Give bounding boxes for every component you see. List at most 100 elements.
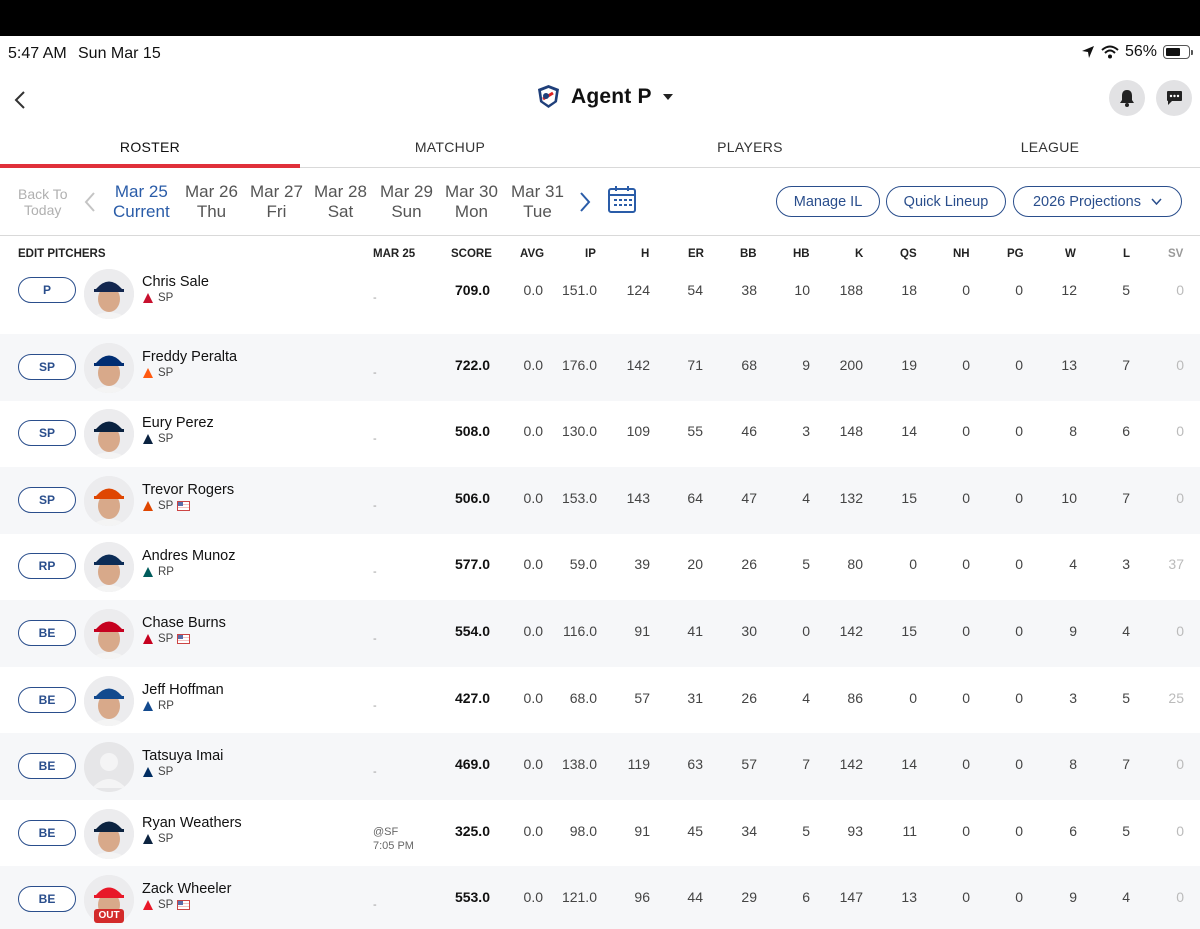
tab-matchup[interactable]: MATCHUP: [300, 128, 600, 167]
player-headshot[interactable]: [84, 609, 134, 659]
stat-k: 142: [839, 623, 863, 639]
col-edit-pitchers[interactable]: EDIT PITCHERS: [18, 248, 106, 260]
flag-icon: [177, 900, 191, 910]
stat-er: 41: [687, 623, 703, 639]
day-mar-28[interactable]: Mar 28 Sat: [314, 182, 367, 222]
stat-avg: 0.0: [523, 282, 543, 298]
stat-qs: 11: [902, 823, 917, 839]
player-headshot[interactable]: [84, 343, 134, 393]
prev-day-arrow-icon[interactable]: [82, 190, 98, 214]
lineup-slot-button[interactable]: SP: [18, 420, 76, 446]
team-selector[interactable]: Agent P: [536, 84, 674, 109]
stat-avg: 0.0: [523, 556, 543, 572]
table-row: BE Chase Burns SP - 554.0 0.0 116.0 91 41 30 0 14…: [0, 600, 1200, 667]
stat-w: 12: [1061, 282, 1077, 298]
col-hb[interactable]: HB: [793, 248, 810, 260]
col-sv[interactable]: SV: [1168, 248, 1183, 260]
col-h[interactable]: H: [641, 248, 649, 260]
messages-button[interactable]: [1156, 80, 1192, 116]
col-score[interactable]: SCORE: [451, 248, 492, 260]
col-er[interactable]: ER: [688, 248, 704, 260]
lineup-slot-button[interactable]: BE: [18, 687, 76, 713]
stat-hb: 5: [802, 823, 810, 839]
col-k[interactable]: K: [855, 248, 863, 260]
col-l[interactable]: L: [1123, 248, 1130, 260]
stat-sv: 0: [1176, 823, 1184, 839]
stat-avg: 0.0: [523, 889, 543, 905]
stat-pg: 0: [1015, 357, 1023, 373]
stat-sv: 0: [1176, 889, 1184, 905]
player-name[interactable]: Andres Munoz: [142, 548, 236, 564]
lineup-slot-button[interactable]: BE: [18, 620, 76, 646]
stat-l: 7: [1122, 357, 1130, 373]
player-name[interactable]: Ryan Weathers: [142, 815, 242, 831]
manage-il-button[interactable]: Manage IL: [776, 186, 880, 217]
col-qs[interactable]: QS: [900, 248, 917, 260]
day-date: Mar 29: [380, 182, 433, 201]
matchup-info[interactable]: @SF 7:05 PM: [373, 825, 414, 853]
player-headshot[interactable]: [84, 409, 134, 459]
table-header: EDIT PITCHERS MAR 25 SCORE AVG IP H ER B…: [0, 237, 1200, 270]
col-pg[interactable]: PG: [1007, 248, 1024, 260]
player-headshot[interactable]: [84, 742, 134, 792]
stat-nh: 0: [962, 823, 970, 839]
tab-league[interactable]: LEAGUE: [900, 128, 1200, 167]
player-headshot[interactable]: [84, 542, 134, 592]
quick-lineup-button[interactable]: Quick Lineup: [886, 186, 1006, 217]
player-name[interactable]: Jeff Hoffman: [142, 682, 224, 698]
player-headshot[interactable]: [84, 809, 134, 859]
player-name[interactable]: Tatsuya Imai: [142, 748, 223, 764]
stat-score: 427.0: [454, 690, 490, 706]
stat-qs: 13: [901, 889, 917, 905]
stat-h: 91: [634, 623, 650, 639]
player-name[interactable]: Trevor Rogers: [142, 482, 234, 498]
tab-roster[interactable]: ROSTER: [0, 128, 300, 168]
next-day-arrow-icon[interactable]: [577, 190, 593, 214]
lineup-slot-button[interactable]: BE: [18, 886, 76, 912]
projections-dropdown[interactable]: 2026 Projections: [1013, 186, 1182, 217]
lineup-slot-button[interactable]: SP: [18, 354, 76, 380]
day-mar-29[interactable]: Mar 29 Sun: [380, 182, 433, 222]
back-to-today-button[interactable]: Back To Today: [18, 186, 68, 218]
stat-score: 469.0: [454, 756, 490, 772]
player-headshot[interactable]: [84, 269, 134, 319]
day-mar-30[interactable]: Mar 30 Mon: [445, 182, 498, 222]
player-headshot[interactable]: [84, 676, 134, 726]
stat-nh: 0: [962, 357, 970, 373]
day-mar-26[interactable]: Mar 26 Thu: [185, 182, 238, 222]
stat-w: 4: [1069, 556, 1077, 572]
col-bb[interactable]: BB: [740, 248, 757, 260]
lineup-slot-button[interactable]: SP: [18, 487, 76, 513]
phillies-logo-icon: [143, 900, 153, 910]
day-mar-31[interactable]: Mar 31 Tue: [511, 182, 564, 222]
tab-players[interactable]: PLAYERS: [600, 128, 900, 167]
player-headshot[interactable]: [84, 476, 134, 526]
stat-hb: 4: [802, 490, 810, 506]
no-game-dash: -: [373, 566, 377, 578]
stat-avg: 0.0: [523, 623, 543, 639]
player-name[interactable]: Zack Wheeler: [142, 881, 231, 897]
col-nh[interactable]: NH: [953, 248, 970, 260]
player-position: SP: [158, 766, 174, 778]
day-mar-27[interactable]: Mar 27 Fri: [250, 182, 303, 222]
lineup-slot-button[interactable]: RP: [18, 553, 76, 579]
calendar-icon[interactable]: [607, 184, 637, 214]
player-photo-icon: [84, 343, 134, 393]
day-label: Tue: [523, 202, 552, 221]
player-name[interactable]: Chris Sale: [142, 274, 209, 290]
team-logo-icon: [538, 85, 559, 108]
day-mar-25[interactable]: Mar 25 Current: [113, 182, 170, 222]
col-w[interactable]: W: [1065, 248, 1076, 260]
player-name[interactable]: Chase Burns: [142, 615, 226, 631]
stat-bb: 38: [741, 282, 757, 298]
lineup-slot-button[interactable]: BE: [18, 753, 76, 779]
lineup-slot-button[interactable]: BE: [18, 820, 76, 846]
lineup-slot-button[interactable]: P: [18, 277, 76, 303]
player-name[interactable]: Eury Perez: [142, 415, 214, 431]
notifications-button[interactable]: [1109, 80, 1145, 116]
col-ip[interactable]: IP: [585, 248, 596, 260]
col-avg[interactable]: AVG: [520, 248, 544, 260]
player-name[interactable]: Freddy Peralta: [142, 349, 237, 365]
player-photo-icon: [84, 542, 134, 592]
back-button[interactable]: [8, 86, 32, 114]
